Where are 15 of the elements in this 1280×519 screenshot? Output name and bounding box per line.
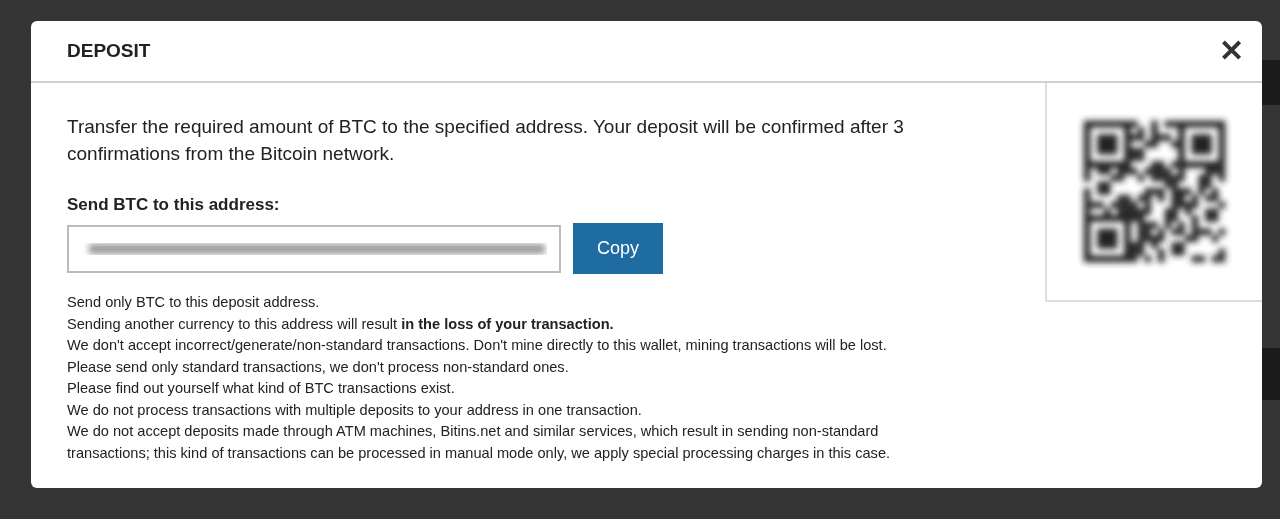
notice-text: We do not accept deposits made through ATM machines, Bitins.net and similar services, which result in sending non-standard transactions; this kind of transactions can be processed in manual mode only, we apply special processing charges in this case.	[67, 422, 892, 463]
notice-text: Sending another currency to this address will result in the loss of your transaction.	[67, 314, 615, 334]
notice-text: Send only BTC to this deposit address.	[67, 293, 321, 312]
address-field[interactable]	[67, 224, 561, 273]
notice-text: Please find out yourself what kind of BTC transactions exist.	[67, 379, 456, 398]
background-bar	[1262, 60, 1280, 105]
dialog-title: DEPOSIT	[67, 40, 151, 62]
copy-button[interactable]: Copy	[573, 223, 663, 274]
close-button[interactable]: ✕	[1219, 36, 1244, 66]
notice-text: We don't accept incorrect/generate/non-standard transactions. Don't mine directly to this wallet, mining transactions will be lost.	[67, 336, 888, 355]
background-bar	[1262, 348, 1280, 400]
address-label: Send BTC to this address:	[67, 195, 281, 215]
notice-text: We do not process transactions with multiple deposits to your address in one transaction.	[67, 400, 643, 420]
instruction-text: Transfer the required amount of BTC to the specified address. Your deposit will be confirmed after 3 confirmations from the Bitcoin network.	[67, 115, 905, 166]
notice-text: Please send only standard transactions, we don't process non-standard ones.	[67, 357, 570, 377]
